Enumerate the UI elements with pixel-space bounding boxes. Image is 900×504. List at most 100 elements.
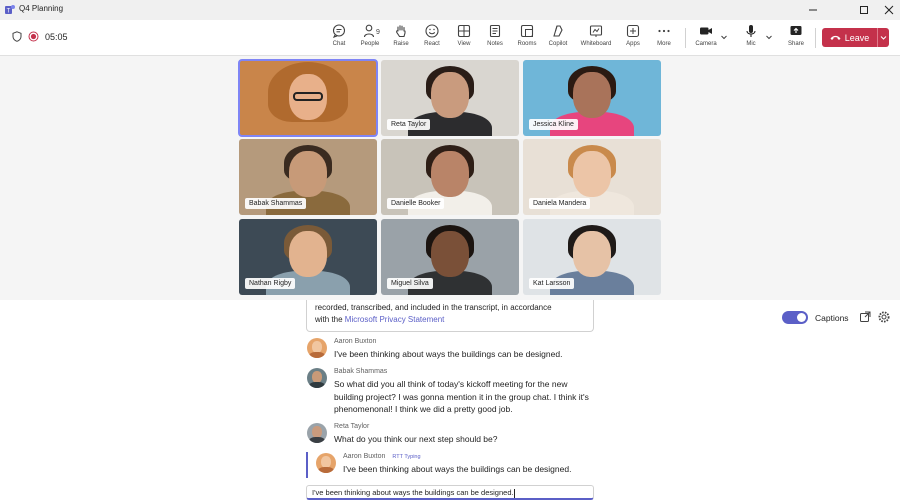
participant-name: Daniela Mandera	[529, 198, 591, 209]
view-button[interactable]: View	[447, 24, 481, 52]
raise-hand-button[interactable]: Raise	[384, 24, 418, 52]
maximize-icon	[860, 6, 868, 14]
captions-label: Captions	[815, 313, 849, 323]
mic-options-chevron-icon[interactable]	[765, 33, 773, 41]
toolbar-divider	[685, 28, 686, 48]
people-count-badge: 9	[376, 29, 380, 36]
avatar-body	[309, 352, 325, 358]
avatar	[316, 453, 336, 473]
mic-icon	[746, 25, 756, 37]
raise-hand-icon	[396, 25, 406, 38]
whiteboard-icon	[589, 25, 603, 37]
participant-name: Reta Taylor	[387, 119, 431, 130]
message-author: Aaron Buxton	[343, 453, 386, 460]
participant-face	[573, 72, 611, 118]
camera-button-label: Camera	[695, 41, 717, 47]
privacy-text-prefix: with the	[315, 315, 345, 324]
window-title: Q4 Planning	[19, 4, 64, 13]
more-button-label: More	[657, 41, 671, 47]
message-text: What do you think our next step should b…	[334, 434, 498, 444]
video-tile-nathan-rigby[interactable]: Nathan Rigby	[239, 219, 377, 295]
leave-options-button[interactable]	[877, 28, 889, 47]
rtt-typing-badge: RTT Typing	[392, 454, 421, 460]
video-tile-miguel-silva[interactable]: Miguel Silva	[381, 219, 519, 295]
caption-message: Babak Shammas So what did you all think …	[307, 368, 589, 416]
close-icon	[884, 5, 894, 15]
participant-face	[431, 231, 469, 277]
minimize-icon	[809, 9, 817, 11]
title-bar: T Q4 Planning	[0, 0, 900, 20]
avatar-body	[309, 437, 325, 443]
apps-icon	[626, 24, 640, 38]
glasses	[293, 92, 323, 101]
copilot-icon	[553, 25, 563, 37]
video-tile-reta-taylor[interactable]: Reta Taylor	[381, 60, 519, 136]
whiteboard-button-label: Whiteboard	[580, 41, 612, 47]
video-tile-daniela-mandera[interactable]: Daniela Mandera	[523, 139, 661, 215]
settings-gear-icon[interactable]	[878, 311, 890, 323]
text-cursor	[513, 488, 515, 498]
minimize-button[interactable]	[806, 3, 820, 17]
pop-out-icon[interactable]	[859, 311, 871, 323]
video-tile-jessica-kline[interactable]: Jessica Kline	[523, 60, 661, 136]
participant-name: Jessica Kline	[529, 119, 578, 130]
mic-button-label: Mic	[746, 41, 756, 47]
recording-status: 05:05	[12, 31, 68, 42]
react-button[interactable]: React	[415, 24, 449, 52]
video-tile-danielle-booker[interactable]: Danielle Booker	[381, 139, 519, 215]
privacy-text-line1: recorded, transcribed, and included in t…	[315, 303, 552, 312]
meeting-toolbar: 05:05 Chat People 9 Raise React View Not…	[0, 20, 900, 56]
participant-name: Nathan Rigby	[245, 278, 296, 289]
share-button[interactable]: Share	[779, 24, 813, 52]
caption-message: Reta Taylor What do you think our next s…	[307, 423, 589, 446]
video-tile-kat-larsson[interactable]: Kat Larsson	[523, 219, 661, 295]
view-icon	[457, 24, 471, 38]
chevron-down-icon	[880, 36, 887, 40]
leave-button-label: Leave	[844, 32, 870, 43]
people-button[interactable]: People	[353, 24, 387, 52]
rooms-button-label: Rooms	[517, 41, 537, 47]
svg-text:T: T	[7, 9, 11, 15]
video-tile-self[interactable]	[238, 59, 378, 137]
rtt-input[interactable]: I've been thinking about ways the buildi…	[306, 485, 594, 500]
shield-icon	[12, 31, 22, 42]
more-button[interactable]: More	[647, 24, 681, 52]
avatar	[307, 368, 327, 388]
chat-button-label: Chat	[332, 41, 346, 47]
message-author: Aaron Buxton	[334, 338, 377, 345]
mic-button[interactable]: Mic	[734, 24, 768, 52]
privacy-statement-link[interactable]: Microsoft Privacy Statement	[345, 315, 445, 324]
maximize-button[interactable]	[857, 3, 871, 17]
message-author-row: Aaron Buxton RTT Typing	[343, 453, 598, 460]
avatar-body	[318, 467, 334, 473]
avatar	[307, 423, 327, 443]
camera-button[interactable]: Camera	[689, 24, 723, 52]
message-text: I've been thinking about ways the buildi…	[334, 349, 563, 359]
chat-button[interactable]: Chat	[322, 24, 356, 52]
captions-toggle[interactable]	[782, 311, 808, 324]
notes-icon	[489, 24, 501, 38]
toggle-knob	[797, 313, 806, 322]
apps-button-label: Apps	[626, 41, 640, 47]
participant-face	[289, 231, 327, 277]
message-text: I've been thinking about ways the buildi…	[343, 464, 572, 474]
notes-button[interactable]: Notes	[478, 24, 512, 52]
people-button-label: People	[360, 41, 380, 47]
leave-button[interactable]: Leave	[822, 28, 877, 47]
people-icon	[363, 24, 375, 38]
share-button-label: Share	[787, 41, 804, 47]
participant-face	[573, 231, 611, 277]
close-button[interactable]	[882, 3, 896, 17]
copilot-button[interactable]: Copilot	[541, 24, 575, 52]
video-tile-babak-shammas[interactable]: Babak Shammas	[239, 139, 377, 215]
chat-icon	[332, 24, 346, 38]
hang-up-icon	[830, 35, 841, 40]
participant-face	[573, 151, 611, 197]
camera-options-chevron-icon[interactable]	[720, 33, 728, 41]
rtt-indicator-bar	[306, 452, 308, 478]
whiteboard-button[interactable]: Whiteboard	[579, 24, 613, 52]
rooms-button[interactable]: Rooms	[510, 24, 544, 52]
participant-name: Babak Shammas	[245, 198, 307, 209]
react-icon	[425, 24, 439, 38]
apps-button[interactable]: Apps	[616, 24, 650, 52]
